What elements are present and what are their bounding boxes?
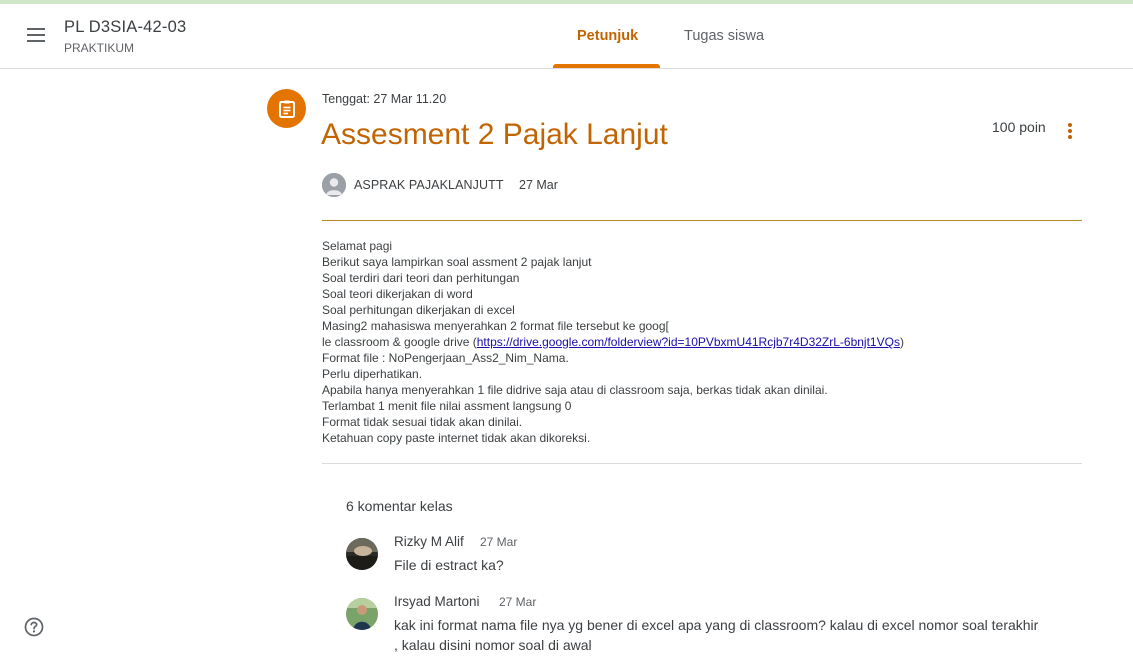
more-vert-icon[interactable] [1062,121,1078,141]
description-line: Masing2 mahasiswa menyerahkan 2 format f… [322,319,669,333]
description-line: Soal teori dikerjakan di word [322,287,473,301]
description-line: Perlu diperhatikan. [322,367,423,381]
comment-text-line: , kalau disini nomor soal di awal [394,637,592,653]
comment-date: 27 Mar [499,595,537,609]
commenter-name: Rizky M Alif [394,534,464,549]
description-line: Format tidak sesuai tidak akan dinilai. [322,415,523,429]
tab-tugas-siswa[interactable]: Tugas siswa [684,28,764,44]
due-date: Tenggat: 27 Mar 11.20 [322,92,447,106]
avatar [346,598,378,630]
app-header: PL D3SIA-42-03 PRAKTIKUM Petunjuk Tugas … [0,4,1133,69]
post-date: 27 Mar [519,178,558,192]
author-name: ASPRAK PAJAKLANJUTT [354,178,504,192]
assignment-title: Assesment 2 Pajak Lanjut [321,118,668,151]
comment-text: kak ini format nama file nya yg bener di… [394,615,1038,655]
author-avatar [322,173,346,197]
description-line: Apabila hanya menyerahkan 1 file didrive… [322,383,828,397]
content-divider [322,463,1082,464]
clipboard-icon [267,89,306,128]
active-tab-indicator [553,64,660,68]
description-text: ) [899,335,904,349]
drive-link[interactable]: https://drive.google.com/folderview?id=1… [477,335,900,349]
commenter-name: Irsyad Martoni [394,594,480,609]
description-line: Selamat pagi [322,239,393,253]
tab-petunjuk[interactable]: Petunjuk [577,28,638,44]
avatar [346,538,378,570]
class-title[interactable]: PL D3SIA-42-03 [64,18,186,37]
help-icon[interactable] [24,617,44,637]
description-line: Berikut saya lampirkan soal assment 2 pa… [322,255,592,269]
comment-text: File di estract ka? [394,557,504,573]
description-line: Soal terdiri dari teori dan perhitungan [322,271,520,285]
description-line: Ketahuan copy paste internet tidak akan … [322,431,591,445]
description-line: Soal perhitungan dikerjakan di excel [322,303,515,317]
description-text: le classroom & google drive ( [322,335,477,349]
hamburger-menu-icon[interactable] [22,24,50,48]
comment-date: 27 Mar [480,535,518,549]
assignment-description: Selamat pagi Berikut saya lampirkan soal… [322,238,904,446]
comment-count-label[interactable]: 6 komentar kelas [346,498,453,514]
description-line: Terlambat 1 menit file nilai assment lan… [322,399,572,413]
comment-text-line: kak ini format nama file nya yg bener di… [394,617,1039,633]
title-divider [322,220,1082,221]
description-line: Format file : NoPengerjaan_Ass2_Nim_Nama… [322,351,569,365]
description-line-with-link: le classroom & google drive (https://dri… [322,334,904,350]
class-subtitle: PRAKTIKUM [64,41,135,55]
points-label: 100 poin [992,119,1046,135]
